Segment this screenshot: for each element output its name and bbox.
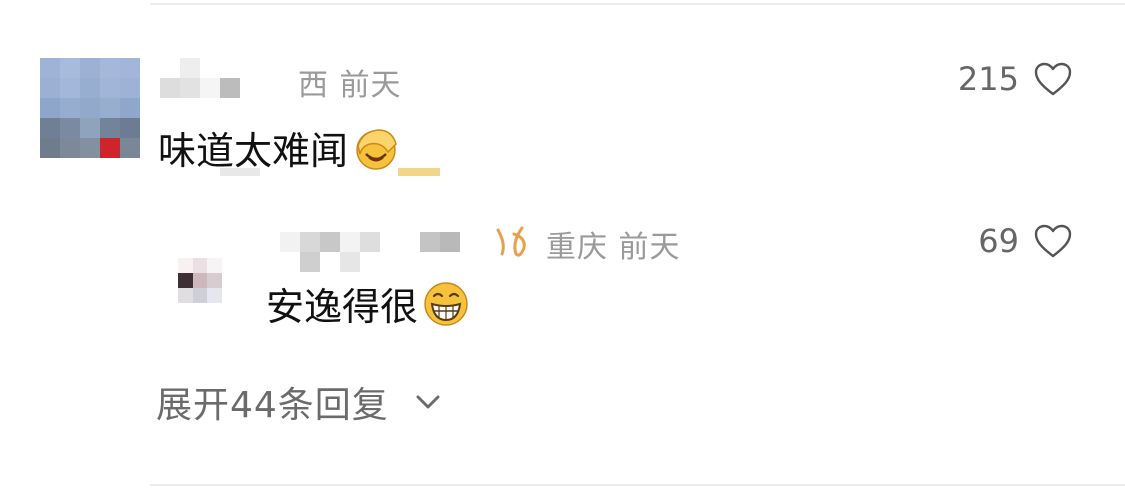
avatar-pixel <box>192 273 208 288</box>
avatar-pixel <box>120 78 140 98</box>
commenter-name-blurred[interactable] <box>160 58 280 98</box>
avatar-pixel <box>80 78 100 98</box>
grinning-emoji-icon <box>424 281 468 326</box>
reply-location: 重庆 <box>546 230 608 265</box>
avatar-pixel <box>100 78 120 98</box>
heart-icon[interactable] <box>1033 223 1073 259</box>
name-pixel <box>160 58 180 78</box>
avatar-pixel <box>80 58 100 78</box>
avatar-pixel <box>100 58 120 78</box>
name-pixel <box>360 252 380 272</box>
avatar-pixel <box>207 288 222 303</box>
avatar-pixel <box>40 138 60 158</box>
avatar-pixel <box>60 78 80 98</box>
comment-like[interactable]: 215 <box>958 60 1073 98</box>
avatar-pixel <box>40 58 60 78</box>
expand-replies-button[interactable]: 展开44条回复 <box>156 376 441 428</box>
avatar-pixel <box>178 288 193 303</box>
name-pixel <box>180 78 200 98</box>
name-pixel <box>420 232 440 252</box>
commenter-avatar[interactable] <box>40 58 140 158</box>
name-pixel <box>240 58 260 78</box>
reply-time: 前天 <box>618 230 681 265</box>
emoji-shadow <box>398 168 440 176</box>
name-pixel <box>160 78 180 98</box>
name-pixel <box>400 232 420 252</box>
name-pixel <box>280 232 300 252</box>
avatar-pixel <box>60 98 80 118</box>
avatar-pixel <box>80 118 100 138</box>
name-pixel <box>440 252 460 272</box>
avatar-pixel <box>40 78 60 98</box>
blur-smudge <box>220 168 260 176</box>
name-pixel <box>300 232 320 252</box>
name-pixel <box>220 58 240 78</box>
name-pixel <box>220 78 240 98</box>
reply-text-content: 安逸得很 <box>266 285 419 329</box>
reply-text: 安逸得很 <box>266 276 470 331</box>
name-pixel <box>340 232 360 252</box>
comment-like-count: 215 <box>957 60 1019 98</box>
name-pixel <box>360 232 380 252</box>
name-pixel <box>240 78 260 98</box>
name-pixel <box>320 232 340 252</box>
facepalm-emoji-icon <box>356 128 397 170</box>
avatar-pixel <box>207 273 222 288</box>
avatar-pixel <box>60 138 80 158</box>
bottom-divider <box>150 484 1125 486</box>
avatar-pixel <box>120 98 140 118</box>
avatar-pixel <box>120 118 140 138</box>
top-divider <box>150 3 1125 5</box>
avatar-pixel <box>40 98 60 118</box>
name-pixel <box>180 58 200 78</box>
replier-avatar[interactable] <box>178 258 222 318</box>
expand-replies-label: 展开44条回复 <box>156 385 389 426</box>
avatar-pixel <box>207 303 222 318</box>
name-pixel <box>400 252 420 272</box>
avatar-pixel <box>192 303 208 318</box>
avatar-pixel <box>120 138 140 158</box>
avatar-pixel <box>80 138 100 158</box>
name-pixel <box>200 78 220 98</box>
reply-like[interactable]: 69 <box>978 222 1073 260</box>
name-pixel <box>440 232 460 252</box>
avatar-pixel <box>178 303 193 318</box>
name-pixel <box>420 252 440 272</box>
author-badge-icon <box>496 226 526 257</box>
avatar-pixel <box>207 258 222 273</box>
comment-meta: 西 前天 <box>298 60 402 104</box>
name-pixel <box>280 252 300 272</box>
avatar-pixel <box>100 98 120 118</box>
avatar-pixel <box>60 118 80 138</box>
avatar-pixel <box>80 98 100 118</box>
avatar-pixel <box>120 58 140 78</box>
reply-like-count: 69 <box>978 222 1019 260</box>
name-pixel <box>300 252 320 272</box>
name-pixel <box>340 252 360 272</box>
avatar-pixel <box>192 288 208 303</box>
avatar-pixel <box>40 118 60 138</box>
comment-time: 前天 <box>339 68 402 103</box>
replier-name-blurred[interactable] <box>280 232 460 272</box>
chevron-down-icon <box>416 395 440 409</box>
heart-icon[interactable] <box>1033 61 1073 97</box>
avatar-pixel <box>178 273 193 288</box>
name-pixel <box>320 252 340 272</box>
comment-text-content: 味道太难闻 <box>158 129 349 173</box>
avatar-pixel <box>192 258 208 273</box>
name-pixel <box>200 58 220 78</box>
reply-meta: 重庆 前天 <box>546 222 681 266</box>
avatar-pixel <box>60 58 80 78</box>
comment-location: 西 <box>298 68 329 103</box>
comment-text: 味道太难闻 <box>158 120 400 175</box>
avatar-pixel <box>178 258 193 273</box>
name-pixel <box>260 78 280 98</box>
name-pixel <box>380 232 400 252</box>
name-pixel <box>260 58 280 78</box>
avatar-pixel <box>100 118 120 138</box>
avatar-pixel <box>100 138 120 158</box>
name-pixel <box>380 252 400 272</box>
